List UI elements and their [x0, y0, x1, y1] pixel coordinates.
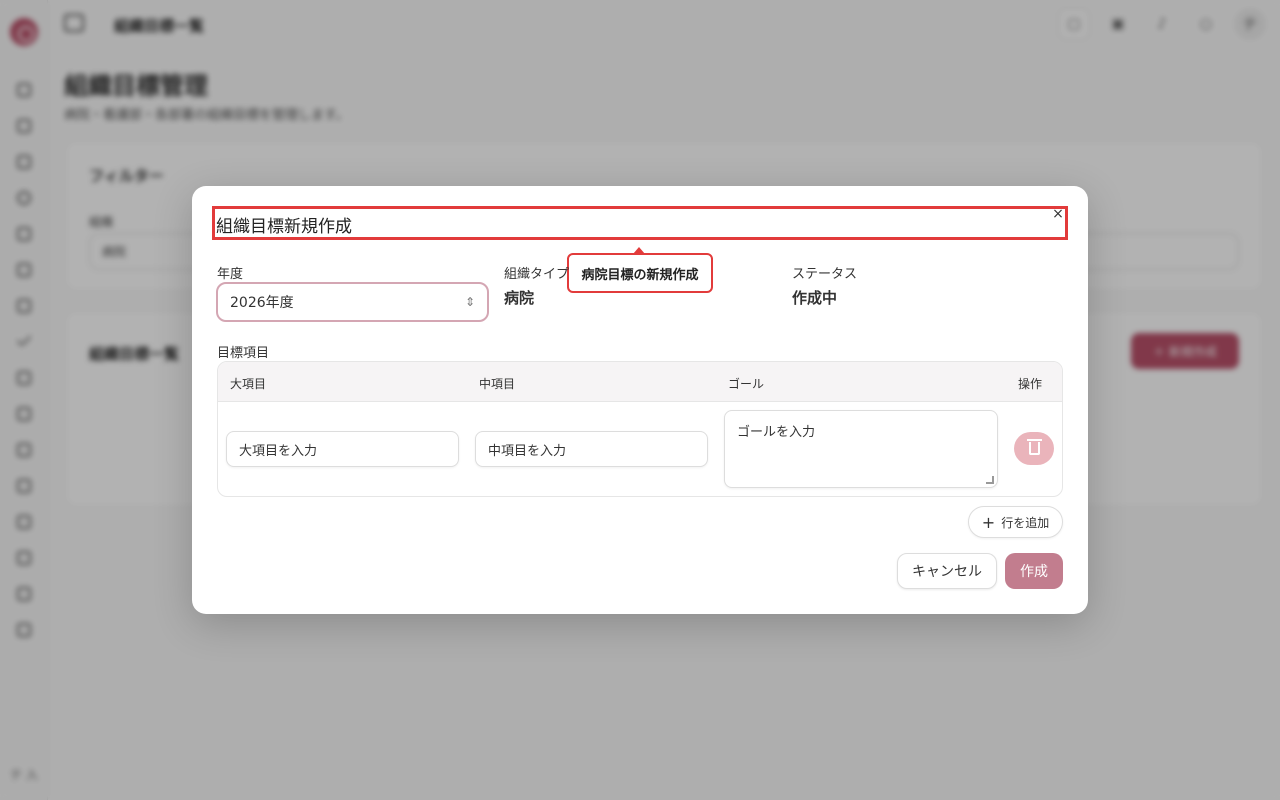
year-value: 2026年度: [230, 295, 294, 311]
cancel-button[interactable]: キャンセル: [897, 553, 997, 589]
goal-textarea[interactable]: ゴールを入力: [724, 410, 998, 488]
header-goal: ゴール: [728, 377, 765, 391]
year-select[interactable]: 2026年度 ⇕: [216, 282, 489, 322]
org-type-label: 組織タイプ: [504, 267, 570, 282]
create-button[interactable]: 作成: [1005, 553, 1063, 589]
goals-section-label: 目標項目: [217, 346, 270, 361]
major-item-input[interactable]: 大項目を入力: [226, 431, 459, 467]
resize-handle-icon[interactable]: [986, 476, 994, 484]
close-icon[interactable]: ×: [1050, 206, 1066, 222]
goal-placeholder: ゴールを入力: [737, 425, 816, 440]
header-middle: 中項目: [479, 377, 516, 391]
middle-item-input[interactable]: 中項目を入力: [475, 431, 708, 467]
year-label: 年度: [217, 267, 244, 282]
create-goal-dialog: 組織目標新規作成 × 病院目標の新規作成 年度 2026年度 ⇕ 組織タイプ 病…: [192, 186, 1088, 614]
header-major: 大項目: [230, 377, 267, 391]
chevron-updown-icon: ⇕: [464, 295, 475, 309]
delete-row-button[interactable]: [1014, 432, 1054, 465]
dialog-title: 組織目標新規作成: [216, 217, 352, 237]
table-header: 大項目 中項目 ゴール 操作: [218, 362, 1062, 402]
add-row-button[interactable]: + 行を追加: [968, 506, 1063, 538]
status-value: 作成中: [792, 289, 838, 307]
tooltip: 病院目標の新規作成: [567, 253, 713, 293]
trash-icon: [1026, 439, 1042, 455]
status-label: ステータス: [792, 267, 858, 282]
header-actions: 操作: [1018, 377, 1043, 391]
add-row-label: 行を追加: [1001, 515, 1050, 530]
goals-table: 大項目 中項目 ゴール 操作 大項目を入力 中項目を入力 ゴールを入力: [217, 361, 1063, 497]
org-type-value: 病院: [504, 289, 535, 307]
plus-icon: +: [981, 512, 996, 532]
